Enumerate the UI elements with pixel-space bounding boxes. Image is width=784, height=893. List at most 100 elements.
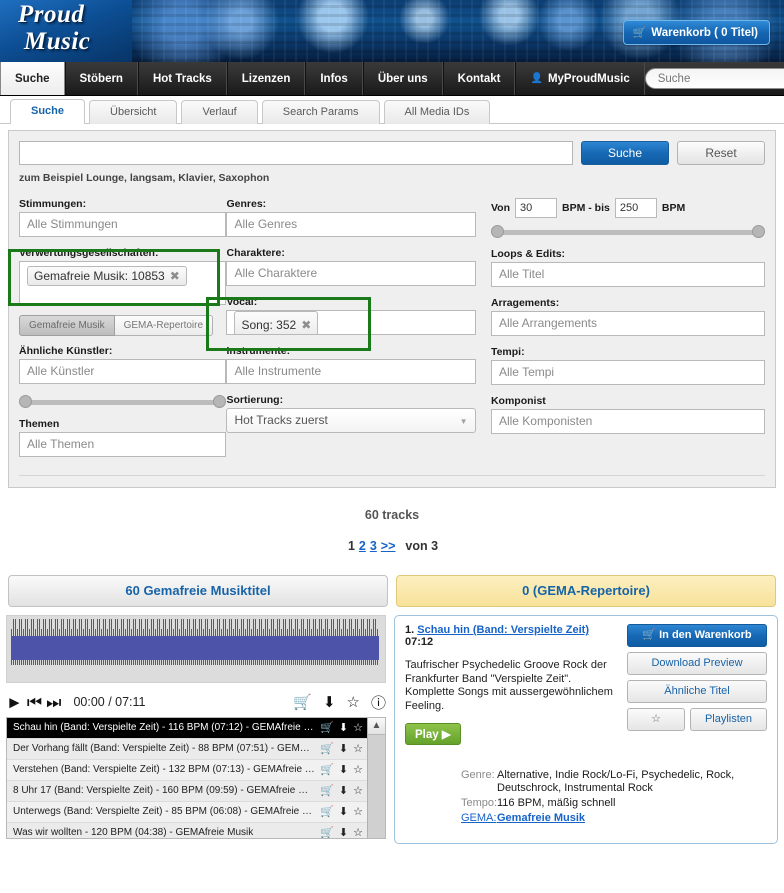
- chevron-up-icon[interactable]: ▲: [368, 718, 385, 735]
- tab-search-params[interactable]: Search Params: [261, 100, 380, 124]
- page-next[interactable]: >>: [381, 539, 396, 553]
- bpm-max-input[interactable]: [614, 198, 657, 218]
- track-list-row[interactable]: Der Vorhang fällt (Band: Verspielte Zeit…: [7, 739, 385, 760]
- page-3[interactable]: 3: [370, 539, 377, 553]
- track-list-scrollbar[interactable]: ▲: [367, 718, 385, 838]
- filter-charaktere[interactable]: Alle Charaktere: [226, 261, 477, 286]
- add-to-cart-button[interactable]: 🛒 In den Warenkorb: [627, 624, 767, 647]
- close-icon[interactable]: ✖: [301, 318, 311, 332]
- filter-sortierung[interactable]: Hot Tracks zuerst ▼: [226, 408, 477, 433]
- tab-verlauf[interactable]: Verlauf: [181, 100, 258, 124]
- star-icon[interactable]: ☆: [353, 781, 363, 801]
- nav-search-input[interactable]: [655, 69, 784, 88]
- filter-loops-edits[interactable]: Alle Titel: [490, 262, 765, 287]
- download-icon[interactable]: ⬇: [339, 802, 348, 822]
- bpm-slider[interactable]: [490, 224, 765, 240]
- slider-knob-right[interactable]: [752, 225, 765, 238]
- nav-item-kontakt[interactable]: Kontakt: [442, 62, 516, 95]
- info-icon[interactable]: ⓘ: [371, 692, 386, 713]
- gema-link[interactable]: GEMA:: [461, 812, 496, 824]
- download-icon[interactable]: ⬇: [339, 781, 348, 801]
- cart-icon[interactable]: 🛒: [320, 718, 334, 738]
- toggle-gema-repertoire[interactable]: GEMA-Repertoire: [114, 315, 214, 336]
- detail-title-link[interactable]: Schau hin (Band: Verspielte Zeit): [417, 624, 589, 636]
- waveform-display[interactable]: [6, 615, 386, 683]
- cart-icon[interactable]: 🛒: [320, 823, 334, 838]
- header-gema-repertoire[interactable]: 0 (GEMA-Repertoire): [396, 575, 776, 607]
- track-list-row[interactable]: Unterwegs (Band: Verspielte Zeit) - 85 B…: [7, 802, 385, 823]
- similar-tracks-button[interactable]: Ähnliche Titel: [627, 680, 767, 703]
- filter-aehnliche-kuenstler[interactable]: Alle Künstler: [19, 359, 227, 384]
- slider-knob-left[interactable]: [490, 225, 504, 238]
- star-icon[interactable]: ☆: [353, 739, 363, 759]
- download-preview-button[interactable]: Download Preview: [627, 652, 767, 675]
- site-logo[interactable]: Proud Music: [0, 0, 132, 62]
- star-icon[interactable]: ☆: [353, 760, 363, 780]
- filter-arragements[interactable]: Alle Arrangements: [490, 311, 765, 336]
- previous-track-icon[interactable]: ⏮: [27, 694, 42, 711]
- play-button[interactable]: Play ▶: [405, 723, 461, 745]
- page-1[interactable]: 1: [348, 539, 355, 553]
- nav-item-stoebern[interactable]: Stöbern: [64, 62, 138, 95]
- nav-search-box[interactable]: 🔍: [644, 68, 784, 89]
- star-icon[interactable]: ☆: [353, 823, 363, 838]
- filter-stimmungen[interactable]: Alle Stimmungen: [19, 212, 227, 237]
- star-icon[interactable]: ☆: [353, 802, 363, 822]
- tag-gemafreie-musik[interactable]: Gemafreie Musik: 10853 ✖: [27, 266, 187, 286]
- filter-vocal[interactable]: Song: 352 ✖: [226, 310, 477, 335]
- track-list-row[interactable]: Schau hin (Band: Verspielte Zeit) - 116 …: [7, 718, 385, 739]
- track-list[interactable]: Schau hin (Band: Verspielte Zeit) - 116 …: [6, 717, 386, 839]
- slider-knob-left[interactable]: [19, 395, 32, 408]
- filter-tempi[interactable]: Alle Tempi: [490, 360, 765, 385]
- tab-suche[interactable]: Suche: [10, 99, 86, 124]
- next-track-icon[interactable]: ⏭: [46, 694, 61, 711]
- cart-icon[interactable]: 🛒: [320, 781, 334, 801]
- filter-instrumente[interactable]: Alle Instrumente: [226, 359, 477, 384]
- star-icon[interactable]: ☆: [347, 693, 360, 711]
- track-list-row[interactable]: Was wir wollten - 120 BPM (04:38) - GEMA…: [7, 823, 385, 838]
- star-icon[interactable]: ☆: [353, 718, 363, 738]
- nav-item-suche[interactable]: Suche: [0, 62, 65, 95]
- cart-button[interactable]: 🛒 Warenkorb ( 0 Titel): [622, 20, 770, 45]
- nav-item-hot-tracks[interactable]: Hot Tracks: [137, 62, 227, 95]
- cart-icon[interactable]: 🛒: [320, 802, 334, 822]
- slider-knob-right[interactable]: [213, 395, 227, 408]
- nav-item-lizenzen[interactable]: Lizenzen: [226, 62, 306, 95]
- gemafreie-musik-link[interactable]: Gemafreie Musik: [497, 812, 585, 824]
- cart-icon[interactable]: 🛒: [320, 760, 334, 780]
- nav-item-ueber-uns[interactable]: Über uns: [362, 62, 443, 95]
- similarity-slider[interactable]: [19, 394, 227, 410]
- nav-item-infos[interactable]: Infos: [305, 62, 363, 95]
- nav-item-myproudmusic[interactable]: 👤 MyProudMusic: [515, 62, 645, 95]
- cart-icon[interactable]: 🛒: [320, 739, 334, 759]
- bpm-min-input[interactable]: [515, 198, 558, 218]
- filter-komponist[interactable]: Alle Komponisten: [490, 409, 765, 434]
- download-icon[interactable]: ⬇: [339, 760, 348, 780]
- toggle-gemafreie-musik[interactable]: Gemafreie Musik: [19, 315, 115, 336]
- search-input[interactable]: [19, 141, 573, 165]
- tab-label: All Media IDs: [404, 106, 470, 118]
- playlists-button[interactable]: Playlisten: [690, 708, 767, 731]
- tag-song[interactable]: Song: 352 ✖: [234, 311, 319, 334]
- metadata-key-gema[interactable]: GEMA:: [405, 812, 497, 825]
- favorite-star-button[interactable]: ☆: [627, 708, 685, 731]
- play-icon[interactable]: ►: [6, 694, 23, 711]
- tab-all-media-ids[interactable]: All Media IDs: [383, 100, 491, 124]
- track-list-row[interactable]: 8 Uhr 17 (Band: Verspielte Zeit) - 160 B…: [7, 781, 385, 802]
- tab-uebersicht[interactable]: Übersicht: [89, 100, 178, 124]
- filter-themen[interactable]: Alle Themen: [19, 432, 227, 457]
- filter-genres[interactable]: Alle Genres: [226, 212, 477, 237]
- download-icon[interactable]: ⬇: [339, 739, 348, 759]
- download-icon[interactable]: ⬇: [339, 823, 348, 838]
- download-icon[interactable]: ⬇: [339, 718, 348, 738]
- cart-icon[interactable]: 🛒: [293, 693, 312, 711]
- close-icon[interactable]: ✖: [170, 269, 180, 283]
- filter-verwertungsgesellschaften[interactable]: Gemafreie Musik: 10853 ✖: [19, 261, 227, 305]
- search-submit-button[interactable]: Suche: [581, 141, 669, 165]
- nav-item-label: Hot Tracks: [152, 72, 212, 85]
- page-2[interactable]: 2: [359, 539, 366, 553]
- search-reset-button[interactable]: Reset: [677, 141, 765, 165]
- track-list-row[interactable]: Verstehen (Band: Verspielte Zeit) - 132 …: [7, 760, 385, 781]
- download-icon[interactable]: ⬇: [323, 693, 336, 711]
- header-gemafreie-musiktitel[interactable]: 60 Gemafreie Musiktitel: [8, 575, 388, 607]
